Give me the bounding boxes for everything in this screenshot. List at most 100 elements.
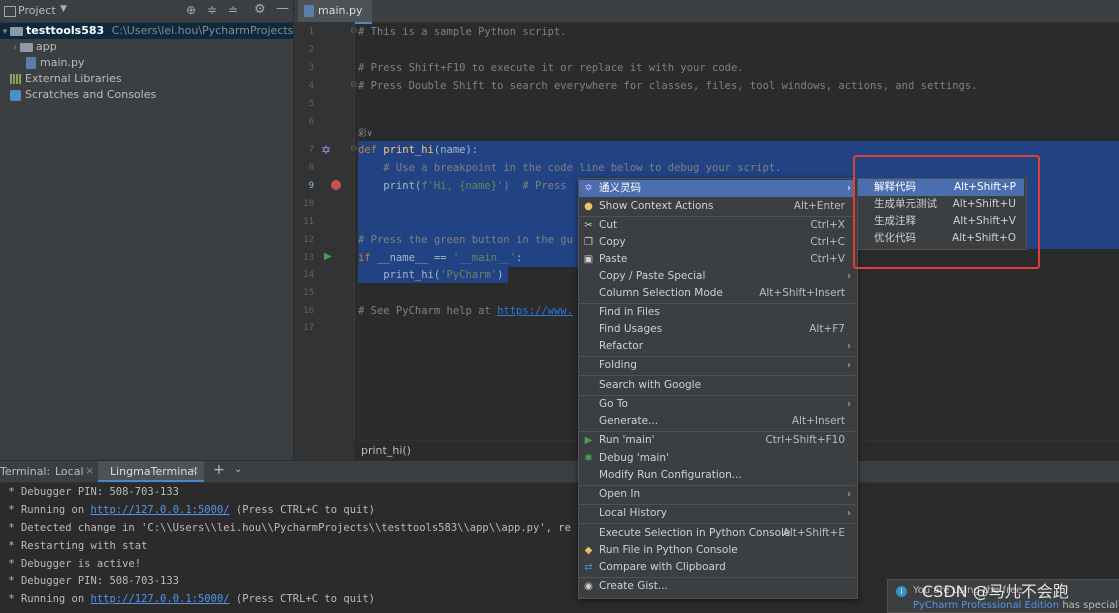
menu-item-paste[interactable]: ▣ Paste Ctrl+V bbox=[579, 251, 855, 268]
menu-item-refactor[interactable]: Refactor › bbox=[579, 338, 855, 355]
line-number: 7 bbox=[308, 145, 314, 155]
menu-item-label: Column Selection Mode bbox=[599, 287, 723, 299]
menu-item-open-in[interactable]: Open In › bbox=[579, 486, 855, 503]
terminal-line: * Detected change in 'C:\\Users\\lei.hou… bbox=[2, 522, 571, 534]
compare-icon: ⇄ bbox=[584, 562, 593, 573]
line-number: 15 bbox=[303, 288, 314, 298]
menu-item-search-google[interactable]: Search with Google bbox=[579, 377, 855, 394]
menu-item-folding[interactable]: Folding › bbox=[579, 357, 855, 374]
tree-item-scratches[interactable]: Scratches and Consoles bbox=[10, 87, 156, 103]
menu-item-create-gist[interactable]: ◉ Create Gist... bbox=[579, 578, 855, 595]
menu-item-shortcut: Alt+Shift+Insert bbox=[759, 287, 845, 299]
menu-item-label: 通义灵码 bbox=[599, 182, 641, 194]
chevron-right-icon: › bbox=[847, 508, 851, 519]
menu-item-local-history[interactable]: Local History › bbox=[579, 505, 855, 522]
menu-item-find-usages[interactable]: Find Usages Alt+F7 bbox=[579, 321, 855, 338]
string-literal: 'PyCharm' bbox=[440, 269, 498, 281]
chevron-right-icon: › bbox=[847, 183, 851, 194]
tree-item-external-libraries[interactable]: External Libraries bbox=[10, 71, 122, 87]
close-icon[interactable]: × bbox=[190, 464, 199, 477]
tree-item-label: main.py bbox=[40, 56, 85, 69]
tree-item-root[interactable]: ▾ testtools583 C:\Users\lei.hou\PycharmPr… bbox=[0, 23, 352, 40]
menu-item-tongyi-lingma[interactable]: ✡ 通义灵码 › bbox=[579, 180, 855, 197]
run-icon[interactable]: ▶ bbox=[324, 251, 332, 262]
add-terminal-button[interactable]: + bbox=[213, 462, 225, 478]
expand-all-icon[interactable]: ≑ bbox=[207, 3, 217, 17]
terminal-tab-local[interactable]: Local bbox=[55, 465, 84, 478]
scissors-icon: ✂ bbox=[584, 220, 593, 231]
code-line[interactable]: # Press Shift+F10 to execute it or repla… bbox=[358, 59, 744, 77]
chevron-down-icon[interactable]: ⌄ bbox=[234, 464, 242, 475]
chevron-right-icon[interactable]: › bbox=[10, 40, 20, 56]
menu-item-shortcut: Alt+Insert bbox=[791, 415, 845, 427]
line-number: 6 bbox=[308, 117, 314, 127]
menu-item-copy-paste-special[interactable]: Copy / Paste Special › bbox=[579, 268, 855, 285]
chevron-down-icon[interactable]: ▼ bbox=[60, 4, 67, 14]
annotation-highlight-box bbox=[853, 155, 1040, 269]
menu-item-debug-main[interactable]: ✱ Debug 'main' bbox=[579, 450, 855, 467]
menu-item-run-main[interactable]: ▶ Run 'main' Ctrl+Shift+F10 bbox=[579, 432, 855, 449]
lightbulb-icon: ● bbox=[584, 201, 593, 212]
menu-item-go-to[interactable]: Go To › bbox=[579, 396, 855, 413]
line-number: 10 bbox=[303, 199, 314, 209]
menu-item-column-selection[interactable]: Column Selection Mode Alt+Shift+Insert bbox=[579, 285, 855, 302]
menu-item-label: Copy bbox=[599, 236, 626, 248]
tree-item-main-py[interactable]: main.py bbox=[26, 55, 84, 71]
menu-item-show-context-actions[interactable]: ● Show Context Actions Alt+Enter bbox=[579, 198, 855, 215]
project-panel-header: Project ▼ ⊕ ≑ ≐ ⚙ — bbox=[0, 0, 293, 23]
breakpoint-icon[interactable] bbox=[331, 180, 341, 190]
code-line[interactable]: # See PyCharm help at https://www. bbox=[358, 302, 573, 320]
line-number: 3 bbox=[308, 63, 314, 73]
breadcrumb-item[interactable]: print_hi() bbox=[361, 444, 411, 457]
keyword: if bbox=[358, 252, 377, 264]
code-text: ) bbox=[497, 269, 504, 281]
menu-item-shortcut: Alt+Shift+E bbox=[782, 527, 845, 539]
line-number: 9 bbox=[308, 181, 314, 191]
line-number: 5 bbox=[308, 99, 314, 109]
menu-item-copy[interactable]: ❐ Copy Ctrl+C bbox=[579, 234, 855, 251]
lingma-icon[interactable]: ✡ bbox=[321, 143, 331, 157]
close-icon[interactable]: × bbox=[85, 464, 94, 477]
code-line[interactable]: # This is a sample Python script. bbox=[358, 23, 567, 41]
menu-item-run-in-console[interactable]: ◆ Run File in Python Console bbox=[579, 542, 855, 559]
chevron-right-icon: › bbox=[847, 360, 851, 371]
terminal-tab-bar: Terminal: Local × LingmaTerminal × + ⌄ bbox=[0, 461, 1119, 483]
string-literal: '__main__' bbox=[452, 252, 517, 264]
menu-item-cut[interactable]: ✂ Cut Ctrl+X bbox=[579, 217, 855, 234]
terminal-tab-lingma[interactable]: LingmaTerminal × bbox=[98, 461, 204, 482]
code-line[interactable]: print_hi('PyCharm') bbox=[358, 266, 503, 284]
menu-item-label: Copy / Paste Special bbox=[599, 270, 706, 282]
collapse-all-icon[interactable]: ≐ bbox=[228, 3, 238, 17]
menu-item-compare-clipboard[interactable]: ⇄ Compare with Clipboard bbox=[579, 559, 855, 576]
line-number: 14 bbox=[303, 270, 314, 280]
code-line[interactable]: # Press Double Shift to search everywher… bbox=[358, 77, 978, 95]
menu-item-generate[interactable]: Generate... Alt+Insert bbox=[579, 413, 855, 430]
help-link[interactable]: https://www. bbox=[497, 305, 573, 317]
project-panel-title[interactable]: Project bbox=[18, 4, 56, 17]
locate-icon[interactable]: ⊕ bbox=[186, 3, 196, 17]
terminal-line: * Running on http://127.0.0.1:5000/ (Pre… bbox=[2, 501, 375, 519]
code-text: print_hi( bbox=[358, 269, 441, 281]
code-line[interactable]: # Press the green button in the gu bbox=[358, 231, 573, 249]
menu-item-execute-selection[interactable]: Execute Selection in Python Console Alt+S… bbox=[579, 525, 855, 542]
code-line[interactable]: def print_hi(name): bbox=[358, 141, 478, 159]
chevron-down-icon[interactable]: ▾ bbox=[0, 24, 10, 40]
code-line[interactable]: print(f'Hi, {name}') # Press bbox=[358, 177, 566, 195]
code-line[interactable]: if __name__ == '__main__': bbox=[358, 249, 522, 267]
gear-icon[interactable]: ⚙ bbox=[254, 2, 266, 17]
hide-icon[interactable]: — bbox=[276, 1, 289, 16]
line-number: 4 bbox=[308, 81, 314, 91]
menu-item-modify-run-config[interactable]: Modify Run Configuration... bbox=[579, 467, 855, 484]
tree-item-app[interactable]: › app bbox=[10, 39, 57, 55]
tab-main-py[interactable]: main.py × bbox=[298, 0, 372, 39]
code-line[interactable]: # Use a breakpoint in the code line belo… bbox=[358, 159, 781, 177]
menu-item-find-in-files[interactable]: Find in Files bbox=[579, 304, 855, 321]
menu-item-label: Debug 'main' bbox=[599, 452, 669, 464]
chevron-right-icon: › bbox=[847, 341, 851, 352]
terminal-link[interactable]: http://127.0.0.1:5000/ bbox=[91, 504, 230, 516]
code-text: (name): bbox=[433, 144, 479, 156]
code-text: __name__ == bbox=[376, 252, 453, 264]
terminal-link[interactable]: http://127.0.0.1:5000/ bbox=[91, 593, 230, 605]
menu-item-label: Create Gist... bbox=[599, 580, 668, 592]
code-text: # See PyCharm help at bbox=[358, 305, 498, 317]
